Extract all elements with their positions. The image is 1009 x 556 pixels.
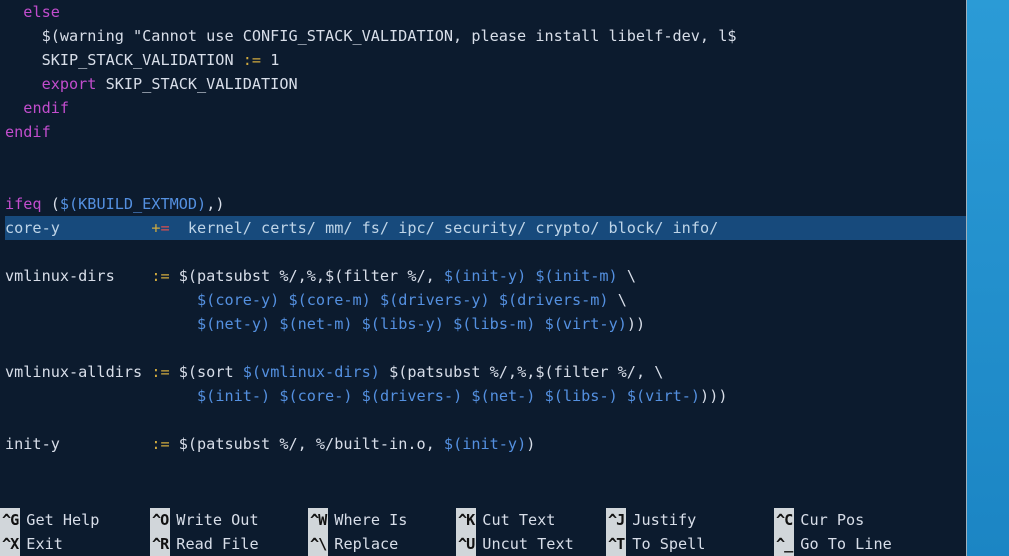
shortcut-cur-pos[interactable]: ^CCur Pos [774,508,934,532]
shortcut-label: Read File [170,532,264,556]
key-hint: ^U [456,532,476,556]
shortcut-label: Replace [328,532,404,556]
shortcut-where-is[interactable]: ^WWhere Is [308,508,456,532]
shortcut-go-to-line[interactable]: ^_Go To Line [774,532,934,556]
desktop-background: else $(warning "Cannot use CONFIG_STACK_… [0,0,1009,556]
code-line[interactable] [0,240,966,264]
code-line-highlighted[interactable]: core-y += kernel/ certs/ mm/ fs/ ipc/ se… [0,216,966,240]
code-line[interactable] [0,408,966,432]
shortcut-replace[interactable]: ^\Replace [308,532,456,556]
code-line[interactable] [0,144,966,168]
key-hint: ^G [0,508,20,532]
key-hint: ^O [150,508,170,532]
code-line[interactable]: init-y := $(patsubst %/, %/built-in.o, $… [0,432,966,456]
terminal-window[interactable]: else $(warning "Cannot use CONFIG_STACK_… [0,0,967,556]
code-line[interactable]: vmlinux-alldirs := $(sort $(vmlinux-dirs… [0,360,966,384]
shortcut-get-help[interactable]: ^GGet Help [0,508,150,532]
code-line[interactable]: $(warning "Cannot use CONFIG_STACK_VALID… [0,24,966,48]
key-hint: ^J [606,508,626,532]
key-hint: ^W [308,508,328,532]
shortcut-to-spell[interactable]: ^TTo Spell [606,532,774,556]
code-line[interactable] [0,456,966,480]
shortcut-row-2: ^XExit ^RRead File ^\Replace ^UUncut Tex… [0,532,966,556]
key-hint: ^T [606,532,626,556]
key-hint: ^\ [308,532,328,556]
shortcut-label: Where Is [328,508,413,532]
shortcut-label: Uncut Text [476,532,579,556]
key-hint: ^_ [774,532,794,556]
code-line[interactable]: else [0,0,966,24]
code-line[interactable]: ifeq ($(KBUILD_EXTMOD),) [0,192,966,216]
shortcut-read-file[interactable]: ^RRead File [150,532,308,556]
code-line[interactable]: export SKIP_STACK_VALIDATION [0,72,966,96]
shortcut-label: Exit [20,532,69,556]
code-line[interactable]: $(init-) $(core-) $(drivers-) $(net-) $(… [0,384,966,408]
key-hint: ^X [0,532,20,556]
shortcut-label: Cut Text [476,508,561,532]
code-line[interactable]: endif [0,120,966,144]
shortcut-label: Get Help [20,508,105,532]
key-hint: ^C [774,508,794,532]
shortcut-cut-text[interactable]: ^KCut Text [456,508,606,532]
shortcut-write-out[interactable]: ^OWrite Out [150,508,308,532]
shortcut-label: Go To Line [794,532,897,556]
shortcut-label: Write Out [170,508,264,532]
shortcut-justify[interactable]: ^JJustify [606,508,774,532]
shortcut-label: Cur Pos [794,508,870,532]
nano-shortcut-bar: ^GGet Help ^OWrite Out ^WWhere Is ^KCut … [0,508,966,556]
shortcut-uncut-text[interactable]: ^UUncut Text [456,532,606,556]
key-hint: ^K [456,508,476,532]
shortcut-row-1: ^GGet Help ^OWrite Out ^WWhere Is ^KCut … [0,508,966,532]
shortcut-label: To Spell [626,532,711,556]
shortcut-exit[interactable]: ^XExit [0,532,150,556]
shortcut-label: Justify [626,508,702,532]
code-line[interactable]: endif [0,96,966,120]
code-line[interactable]: SKIP_STACK_VALIDATION := 1 [0,48,966,72]
code-line[interactable] [0,336,966,360]
key-hint: ^R [150,532,170,556]
code-line[interactable]: vmlinux-dirs := $(patsubst %/,%,$(filter… [0,264,966,288]
code-line[interactable]: $(net-y) $(net-m) $(libs-y) $(libs-m) $(… [0,312,966,336]
code-line[interactable]: $(core-y) $(core-m) $(drivers-y) $(drive… [0,288,966,312]
code-line[interactable] [0,168,966,192]
